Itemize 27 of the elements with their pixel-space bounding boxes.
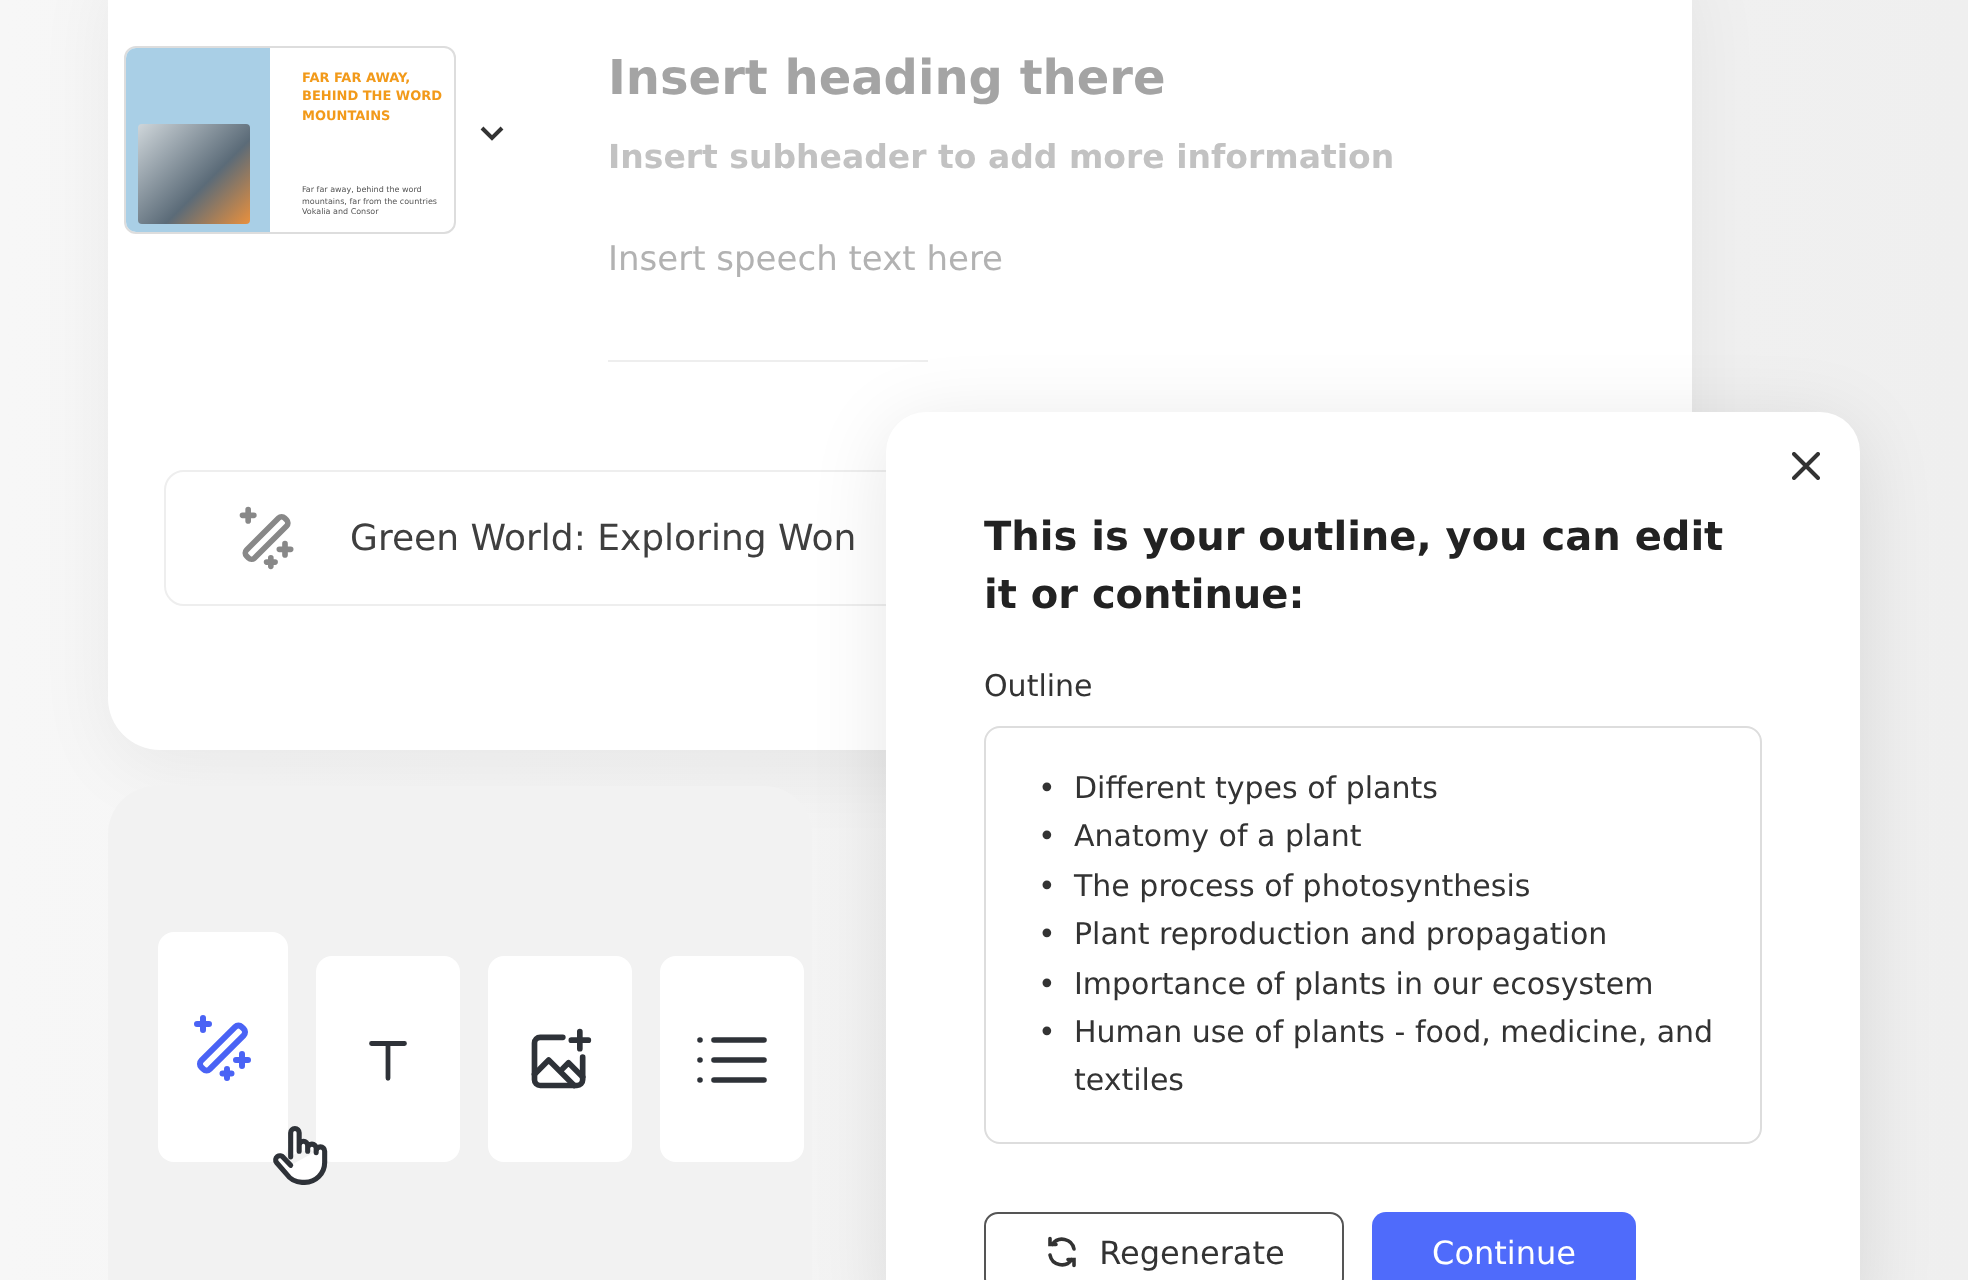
- bullet: •: [1038, 768, 1054, 810]
- bullet: •: [1038, 963, 1054, 1006]
- outline-item: Importance of plants in our ecosystem: [1074, 963, 1654, 1006]
- outline-item: Anatomy of a plant: [1074, 816, 1362, 859]
- outline-item: Plant reproduction and propagation: [1074, 914, 1608, 957]
- outline-item: Human use of plants - food, medicine, and textiles: [1074, 1012, 1716, 1103]
- chevron-down-icon[interactable]: [480, 126, 504, 142]
- outline-item: Different types of plants: [1074, 768, 1438, 810]
- bullet: •: [1038, 816, 1054, 859]
- outline-field[interactable]: [984, 726, 1762, 1144]
- bullet: •: [1038, 1012, 1054, 1055]
- regenerate-button[interactable]: Regenerate: [984, 1212, 1344, 1280]
- photo-placeholder: [138, 124, 250, 224]
- close-button[interactable]: [1792, 452, 1820, 480]
- tool-button[interactable]: [488, 956, 632, 1162]
- outline-item: The process of photosynthesis: [1074, 865, 1531, 908]
- add-image-icon: [526, 1025, 594, 1093]
- continue-button[interactable]: Continue: [1372, 1212, 1636, 1280]
- tool-button[interactable]: [660, 956, 804, 1162]
- heading-field[interactable]: Insert heading there: [608, 50, 1548, 106]
- close-icon: [1792, 452, 1820, 480]
- bullet: •: [1038, 914, 1054, 957]
- bullet: •: [1038, 865, 1054, 908]
- field-label: Outline: [984, 668, 1095, 704]
- text-icon: [366, 1037, 410, 1081]
- refresh-icon: [1043, 1234, 1080, 1270]
- list-icon: [696, 1033, 768, 1085]
